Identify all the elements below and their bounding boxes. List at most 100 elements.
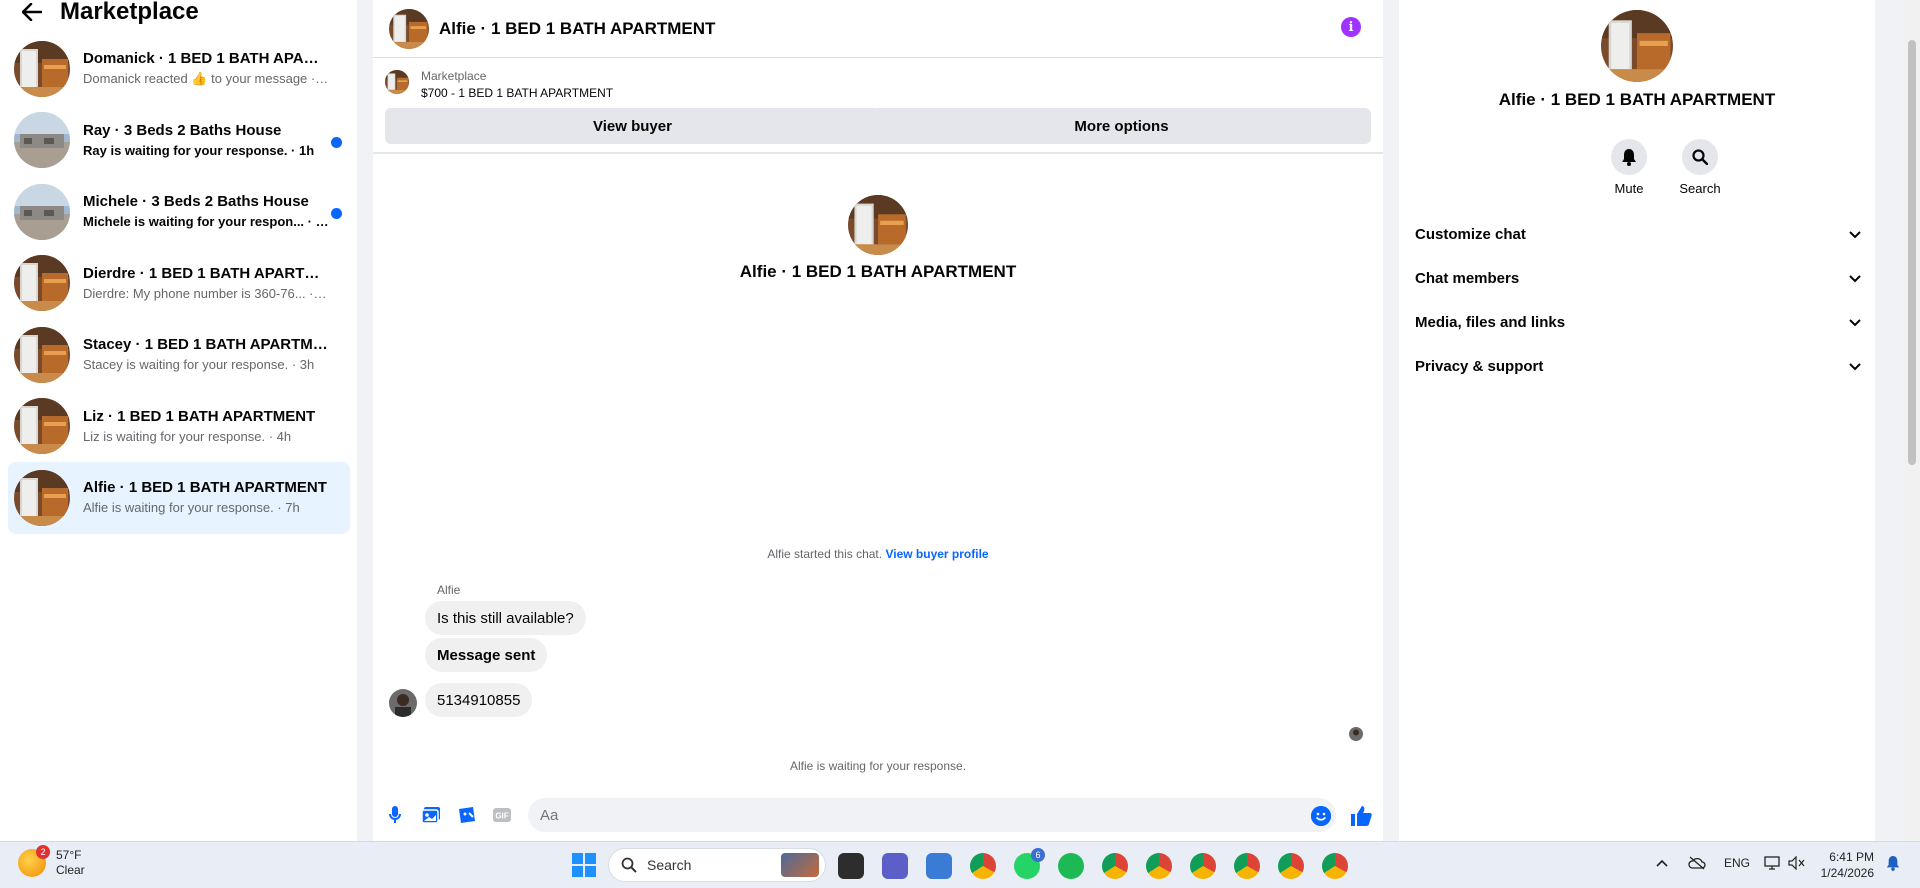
show-hidden-icons-chevron-icon[interactable] (1656, 856, 1668, 870)
conversation-text: Ray · 3 Beds 2 Baths House Ray is waiting… (83, 121, 329, 160)
conversation-item[interactable]: Michele · 3 Beds 2 Baths House Michele is… (8, 176, 350, 248)
volume-muted-icon[interactable] (1788, 855, 1806, 873)
info-icon[interactable]: i (1341, 17, 1361, 37)
thumbs-up-icon[interactable] (1349, 804, 1373, 828)
search-highlight-icon (781, 853, 819, 877)
unread-indicator (331, 136, 342, 148)
message-composer: GIF (373, 795, 1383, 835)
chat-header: Alfie · 1 BED 1 BATH APARTMENT i (373, 0, 1383, 58)
chrome-profile-icon[interactable] (1278, 853, 1304, 879)
view-buyer-button[interactable]: View buyer (385, 108, 880, 144)
taskbar-search[interactable]: Search (608, 848, 826, 882)
listing-thumbnail[interactable] (385, 70, 409, 94)
network-icon[interactable] (1764, 856, 1780, 873)
listing-price[interactable]: $700 - 1 BED 1 BATH APARTMENT (421, 86, 613, 100)
whatsapp-icon[interactable]: 6 (1014, 848, 1045, 879)
chat-pane: Alfie · 1 BED 1 BATH APARTMENT i Marketp… (373, 0, 1383, 841)
more-options-button[interactable]: More options (872, 108, 1371, 144)
chat-info-panel: Alfie · 1 BED 1 BATH APARTMENT Mute Sear… (1399, 0, 1875, 841)
chat-avatar[interactable] (389, 9, 429, 49)
svg-text:GIF: GIF (495, 812, 508, 821)
snipping-tool-icon[interactable] (926, 853, 952, 879)
sticker-icon[interactable] (457, 805, 477, 825)
emoji-icon[interactable] (1311, 806, 1331, 826)
photo-icon[interactable] (421, 805, 441, 825)
weather-description: Clear (56, 863, 85, 877)
bell-icon (1611, 139, 1647, 175)
chat-profile-avatar (848, 195, 908, 255)
weather-widget[interactable]: 2 57°F Clear (18, 845, 85, 878)
gif-icon[interactable]: GIF (492, 805, 512, 825)
scrollbar-thumb[interactable] (1908, 40, 1916, 465)
conversation-name: Alfie · 1 BED 1 BATH APARTMENT (83, 479, 327, 497)
conversation-text: Dierdre · 1 BED 1 BATH APARTMENT Dierdre:… (83, 264, 329, 303)
chrome-profile-icon[interactable] (1234, 853, 1260, 879)
conversation-preview: Domanick reacted 👍 to your message · 1h (83, 71, 329, 87)
messenger-app: Marketplace Domanick · 1 BED 1 BATH APAR… (0, 0, 1920, 841)
weather-text: 57°F Clear (56, 848, 85, 878)
message-input[interactable] (528, 798, 1336, 832)
conversation-item[interactable]: Liz · 1 BED 1 BATH APARTMENT Liz is waiti… (8, 391, 350, 463)
search-icon (1682, 139, 1718, 175)
task-view-icon[interactable] (838, 853, 864, 879)
onedrive-offline-icon[interactable] (1688, 856, 1706, 873)
weather-temperature: 57°F (56, 848, 82, 862)
chrome-profile-icon[interactable] (1190, 853, 1216, 879)
conversation-sidebar: Marketplace Domanick · 1 BED 1 BATH APAR… (0, 0, 357, 841)
panel-section[interactable]: Chat members (1415, 258, 1861, 298)
message-bubble[interactable]: Is this still available? (425, 601, 586, 635)
chrome-profile-icon[interactable] (1322, 853, 1348, 879)
panel-section[interactable]: Customize chat (1415, 214, 1861, 254)
chevron-down-icon (1849, 226, 1861, 243)
conversation-avatar (14, 398, 70, 454)
conversation-text: Alfie · 1 BED 1 BATH APARTMENT Alfie is w… (83, 478, 329, 517)
language-indicator[interactable]: ENG (1724, 856, 1750, 870)
conversation-preview: Dierdre: My phone number is 360-76... · … (83, 285, 329, 301)
conversation-avatar (14, 327, 70, 383)
chat-title[interactable]: Alfie · 1 BED 1 BATH APARTMENT (439, 19, 715, 39)
clock-time: 6:41 PM (1829, 850, 1874, 864)
mute-label: Mute (1614, 181, 1644, 196)
view-buyer-profile-link[interactable]: View buyer profile (885, 547, 988, 561)
conversation-item[interactable]: Dierdre · 1 BED 1 BATH APARTMENT Dierdre:… (8, 248, 350, 320)
panel-section-label: Privacy & support (1415, 357, 1544, 375)
conversation-text: Liz · 1 BED 1 BATH APARTMENT Liz is waiti… (83, 407, 329, 446)
spotify-icon[interactable] (1058, 853, 1084, 879)
conversation-item[interactable]: Alfie · 1 BED 1 BATH APARTMENT Alfie is w… (8, 462, 350, 534)
search-label: Search (1679, 181, 1721, 196)
panel-section-label: Customize chat (1415, 225, 1526, 243)
mute-button[interactable]: Mute (1599, 139, 1659, 196)
page-scrollbar[interactable] (1904, 0, 1920, 841)
weather-badge: 2 (36, 845, 50, 859)
conversation-avatar (14, 112, 70, 168)
notification-bell-icon[interactable] (1886, 855, 1900, 874)
chrome-profile-icon[interactable] (1146, 853, 1172, 879)
panel-section[interactable]: Media, files and links (1415, 302, 1861, 342)
panel-avatar[interactable] (1601, 10, 1673, 82)
conversation-text: Michele · 3 Beds 2 Baths House Michele is… (83, 192, 329, 231)
listing-banner: Marketplace $700 - 1 BED 1 BATH APARTMEN… (373, 58, 1383, 154)
conversation-item[interactable]: Domanick · 1 BED 1 BATH APARTM... Domanic… (8, 33, 350, 105)
message-bubble[interactable]: 5134910855 (425, 683, 533, 717)
conversation-name: Ray · 3 Beds 2 Baths House (83, 121, 282, 139)
back-arrow-icon[interactable] (18, 0, 46, 26)
message-bubble[interactable]: Message sent (425, 638, 548, 672)
panel-title: Alfie · 1 BED 1 BATH APARTMENT (1498, 90, 1776, 109)
taskbar-clock[interactable]: 6:41 PM 1/24/2026 (1812, 849, 1874, 881)
conversation-item[interactable]: Stacey · 1 BED 1 BATH APARTMENT Stacey is… (8, 319, 350, 391)
search-icon (621, 857, 637, 873)
conversation-preview: Liz is waiting for your response. · 4h (83, 428, 292, 444)
panel-section[interactable]: Privacy & support (1415, 346, 1861, 386)
chrome-icon[interactable] (970, 853, 996, 879)
microphone-icon[interactable] (385, 805, 405, 825)
chrome-profile-icon[interactable] (1102, 853, 1128, 879)
windows-start-icon[interactable] (572, 853, 596, 877)
conversation-name: Domanick · 1 BED 1 BATH APARTM... (83, 50, 329, 68)
weather-moon-icon: 2 (18, 845, 50, 877)
search-button[interactable]: Search (1670, 139, 1730, 196)
conversation-item[interactable]: Ray · 3 Beds 2 Baths House Ray is waiting… (8, 105, 350, 177)
sender-avatar[interactable] (389, 689, 417, 717)
conversation-preview: Alfie is waiting for your response. · 7h (83, 500, 300, 516)
windows-taskbar: 2 57°F Clear Search 6 ENG 6:41 PM 1/24/2… (0, 841, 1920, 888)
teams-icon[interactable] (882, 853, 908, 879)
